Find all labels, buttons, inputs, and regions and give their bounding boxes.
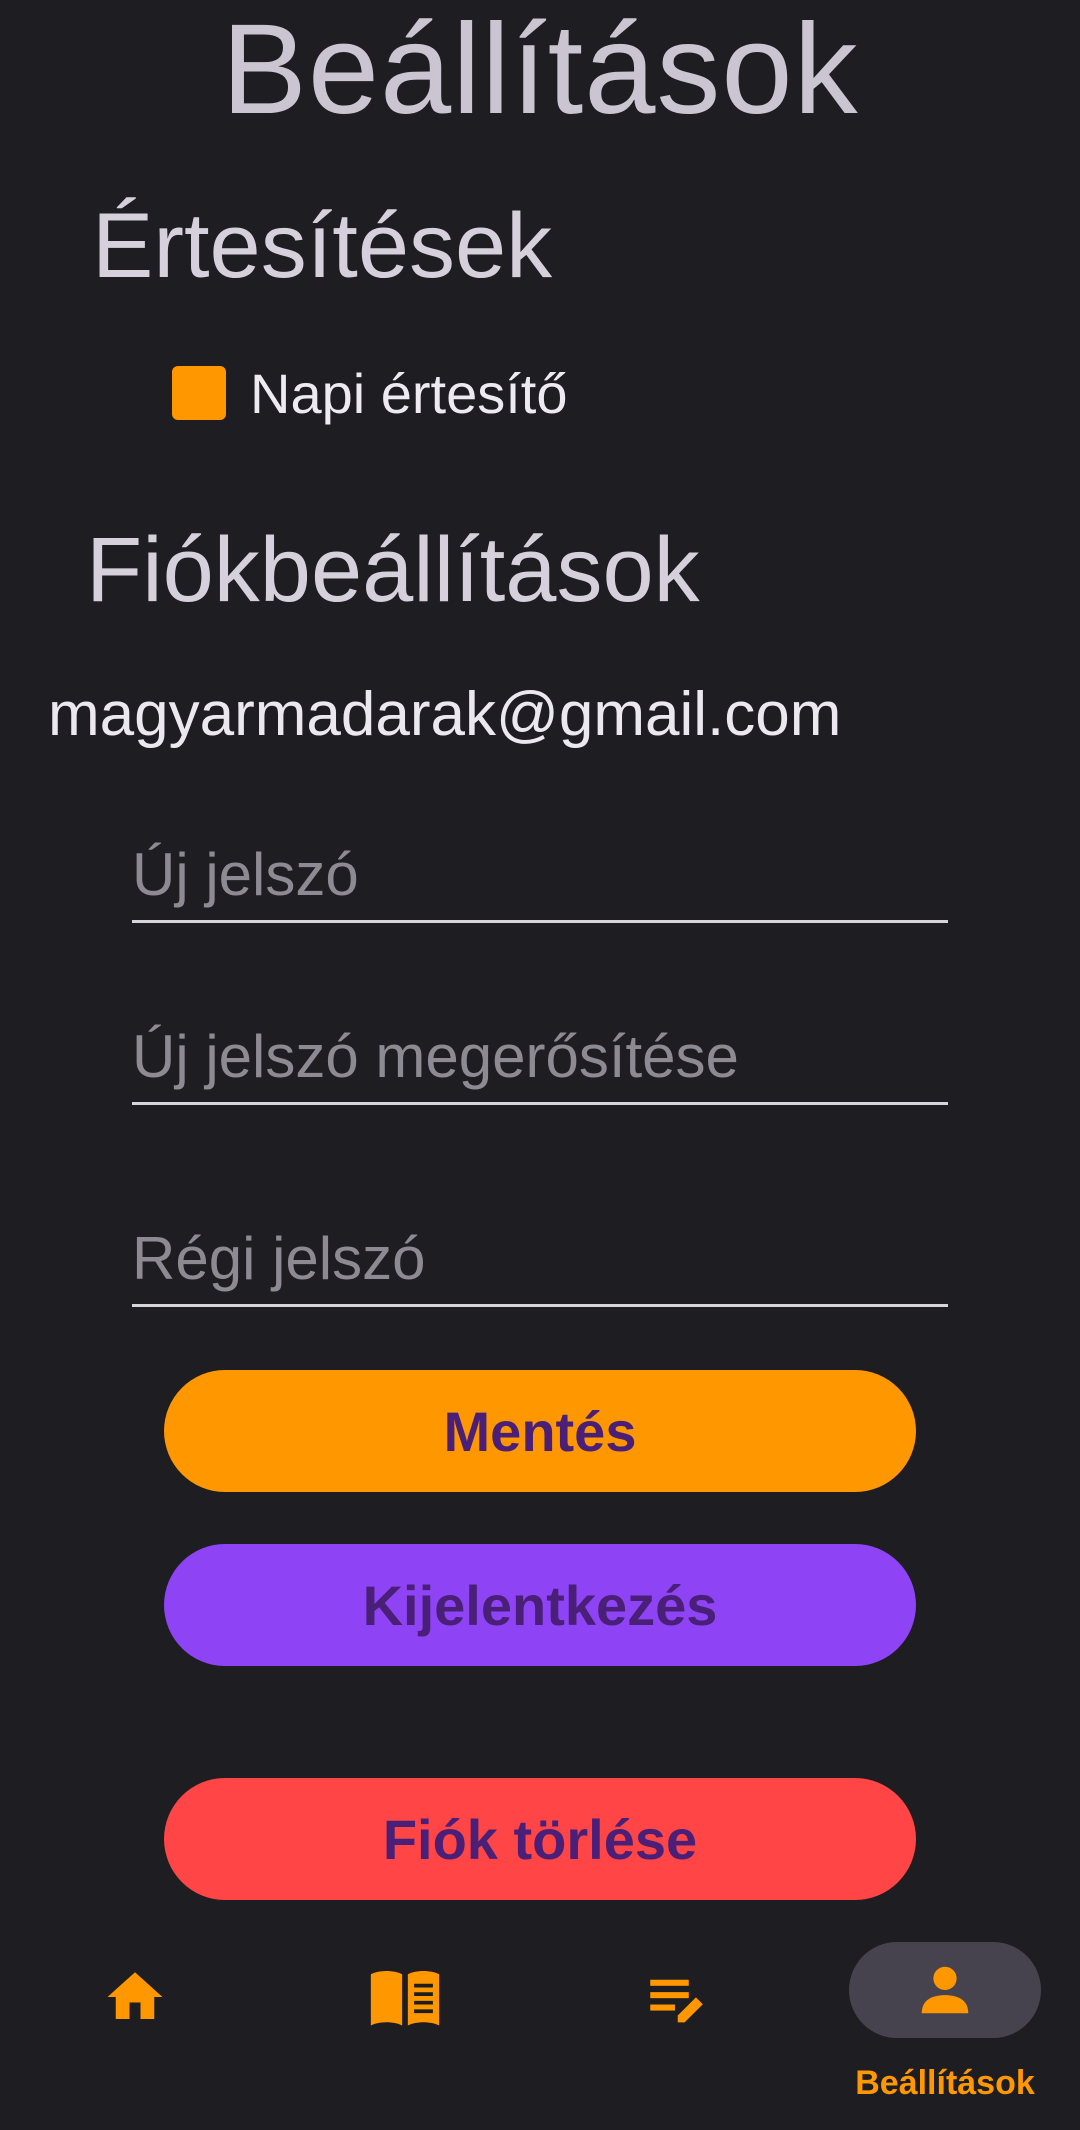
old-password-field [132,1212,948,1307]
page-title: Beállítások [221,0,859,141]
nav-item-reading[interactable] [270,1930,540,2130]
person-icon [921,1966,969,2014]
home-icon [107,1972,163,2019]
new-password-input[interactable] [132,828,948,920]
old-password-input[interactable] [132,1212,948,1304]
confirm-password-field [132,1010,948,1105]
new-password-field [132,828,948,923]
bottom-navigation: Beállítások [0,1930,1080,2130]
delete-account-button[interactable]: Fiók törlése [164,1778,916,1900]
book-icon [370,1971,440,2026]
daily-notification-checkbox-row[interactable]: Napi értesítő [172,358,568,428]
confirm-password-input[interactable] [132,1010,948,1102]
logout-button[interactable]: Kijelentkezés [164,1544,916,1666]
notifications-section-title: Értesítések [92,195,553,297]
nav-item-settings[interactable]: Beállítások [810,1930,1080,2130]
account-section-title: Fiókbeállítások [86,519,700,621]
nav-label-settings: Beállítások [855,2064,1035,2102]
edit-list-icon [650,1979,703,2023]
daily-notification-label: Napi értesítő [250,361,568,425]
daily-notification-checkbox[interactable] [172,366,226,420]
nav-item-home[interactable] [0,1930,270,2130]
save-button[interactable]: Mentés [164,1370,916,1492]
account-email: magyarmadarak@gmail.com [48,680,842,749]
nav-item-edit[interactable] [540,1930,810,2130]
